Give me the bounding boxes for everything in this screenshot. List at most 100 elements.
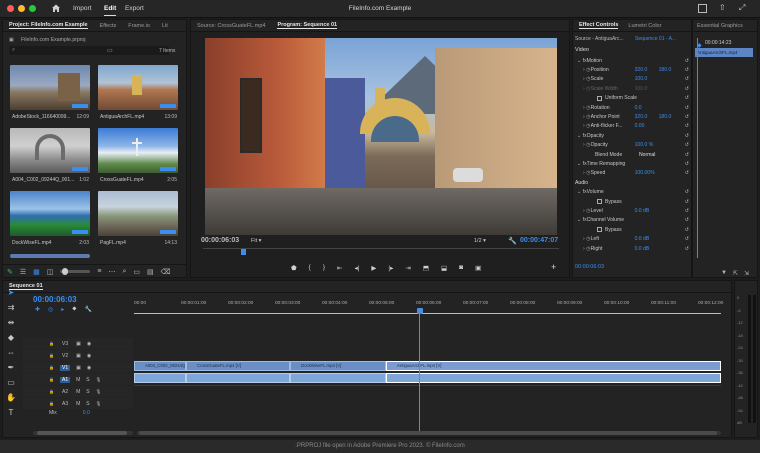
razor-tool-icon[interactable]: ◆ [8,333,14,342]
effects-sequence-dropdown[interactable]: Sequence 01 - A... [635,36,676,42]
thumbnail-adobestock[interactable] [10,65,90,110]
effect-row[interactable]: Bypass ↺ [575,197,691,206]
effect-row[interactable]: › ◷ Opacity 100.0 % ↺ [575,141,691,150]
fx-toggle-icon[interactable]: ⌄ fx [577,133,587,139]
filter-icon[interactable]: ▼ [721,270,727,277]
thumbnail-antiguaarch[interactable] [98,65,178,110]
audio-clip-3[interactable] [290,373,386,383]
stopwatch-icon[interactable]: › ◷ [583,105,591,111]
solo-icon[interactable]: S [86,389,89,395]
tab-lit[interactable]: Lit [162,23,168,29]
checkbox[interactable] [597,199,602,205]
list-view-icon[interactable]: ☰ [20,268,26,276]
thumbnail-crossguate[interactable] [98,128,178,173]
effect-row-value[interactable]: 100.0 [635,86,659,92]
track-label[interactable]: V1 [59,364,71,371]
thumbnail-pag[interactable] [98,191,178,236]
mute-icon[interactable]: M [76,389,80,395]
effect-row[interactable]: ⌄ fx Volume ↺ [575,187,691,196]
tab-effects[interactable]: Effects [100,23,117,29]
track-label[interactable]: A3 [60,401,70,407]
export-icon[interactable]: ⇱ [733,270,738,277]
timeline-settings-icon[interactable]: 🔧 [85,306,92,313]
clip-a004[interactable]: A004_C002_09244Q... [134,361,186,371]
track-label[interactable]: A2 [60,389,70,395]
monitor-ruler[interactable] [203,248,559,256]
audio-track-header[interactable]: 🔒 A3 M S 🎙 [23,398,133,409]
go-to-out-icon[interactable]: ⇥ [405,264,410,272]
reset-icon[interactable]: ↺ [685,170,691,176]
mic-icon[interactable]: 🎙 [96,401,102,407]
effect-row[interactable]: Blend Mode Normal ↺ [575,150,691,159]
effect-row[interactable]: › ◷ Scale Width 100.0 ↺ [575,84,691,93]
stopwatch-icon[interactable]: › ◷ [583,142,591,148]
clip-crossguate[interactable]: CrossGuateFL.mp4 [V] [186,361,290,371]
reset-icon[interactable]: ↺ [685,217,691,223]
effect-row[interactable]: Uniform Scale ↺ [575,94,691,103]
marker-flag-icon[interactable]: ⬥ [72,306,76,313]
solo-icon[interactable]: S [86,401,89,407]
compare-icon[interactable]: ▣ [475,264,481,272]
reset-icon[interactable]: ↺ [685,86,691,92]
lock-icon[interactable]: 🔒 [49,341,54,346]
settings-icon[interactable]: ⇲ [744,270,749,277]
sync-icon[interactable]: ▣ [76,341,81,347]
effect-row-value[interactable]: 320.0 [635,67,659,73]
track-select-tool-icon[interactable]: ⇉ [8,303,15,312]
thumbnail-a004[interactable] [10,128,90,173]
audio-clip-4[interactable] [386,373,721,383]
menu-import[interactable]: Import [73,5,91,12]
effect-row-value[interactable]: 100.00% [635,170,659,176]
effect-row-value[interactable]: 100.0 [635,76,659,82]
timeline-scrollbar-left[interactable] [33,431,133,435]
timeline-playhead-handle[interactable] [417,308,423,314]
audio-track-header[interactable]: 🔒 A2 M S 🎙 [23,386,133,397]
hand-tool-icon[interactable]: ✋ [6,393,16,402]
stopwatch-icon[interactable]: › ◷ [583,236,591,242]
effect-row[interactable]: ⌄ fx Channel Volume ↺ [575,216,691,225]
fx-toggle-icon[interactable]: ⌄ fx [577,217,587,223]
reset-icon[interactable]: ↺ [685,67,691,73]
fx-toggle-icon[interactable]: ⌄ fx [577,58,587,64]
mix-value[interactable]: 0.0 [83,410,90,416]
go-to-in-icon[interactable]: ⇤ [337,264,342,272]
timeline-timecode[interactable]: 00:00:06:03 [33,295,77,304]
effect-row[interactable]: ⌄ fx Time Remapping ↺ [575,159,691,168]
effect-row-value[interactable]: 0.0 dB [635,246,659,252]
track-label[interactable]: V3 [60,341,70,347]
step-forward-icon[interactable]: |▸ [388,264,393,272]
effect-row-value[interactable]: 0.0 dB [635,208,659,214]
effect-row-value[interactable]: 0.0 dB [635,236,659,242]
clip-dockwise[interactable]: DockWiseFL.mp4 [V] [290,361,386,371]
effect-row[interactable]: Audio [575,178,691,187]
stopwatch-icon[interactable]: › ◷ [583,114,591,120]
lock-icon[interactable]: 🔒 [49,389,54,394]
reset-icon[interactable]: ↺ [685,152,691,158]
extract-icon[interactable]: ⬓ [441,264,447,272]
export-frame-icon[interactable]: ◙ [459,264,463,272]
reset-icon[interactable]: ↺ [685,199,691,205]
effect-row-value[interactable]: 0.0 [635,105,659,111]
quick-export-icon[interactable] [698,4,707,13]
marker-icon[interactable]: ⬟ [291,264,297,272]
reset-icon[interactable]: ↺ [685,236,691,242]
effect-row[interactable]: › ◷ Left 0.0 dB ↺ [575,234,691,243]
effect-row[interactable]: › ◷ Level 0.0 dB ↺ [575,206,691,215]
mic-icon[interactable]: 🎙 [96,389,102,395]
eye-icon[interactable]: ◉ [87,341,91,347]
program-timecode[interactable]: 00:00:06:03 [201,237,239,244]
lock-icon[interactable]: 🔒 [49,365,54,370]
icon-view-icon[interactable]: ▦ [33,268,40,276]
stopwatch-icon[interactable]: › ◷ [583,170,591,176]
tab-program[interactable]: Program: Sequence 01 [277,22,338,29]
tab-source[interactable]: Source: CrossGuateFL.mp4 [197,23,265,29]
effect-row[interactable]: › ◷ Anti-flicker F... 0.00 ↺ [575,122,691,131]
timeline-playhead[interactable] [419,313,420,433]
reset-icon[interactable]: ↺ [685,114,691,120]
project-search-input[interactable]: ⌕ [9,46,169,55]
video-frame[interactable] [205,38,557,235]
reset-icon[interactable]: ↺ [685,227,691,233]
monitor-playhead[interactable] [241,249,246,255]
fit-dropdown[interactable]: Fit ▾ [251,238,261,244]
video-track-header[interactable]: 🔒 V2 ▣ ◉ [23,350,133,361]
